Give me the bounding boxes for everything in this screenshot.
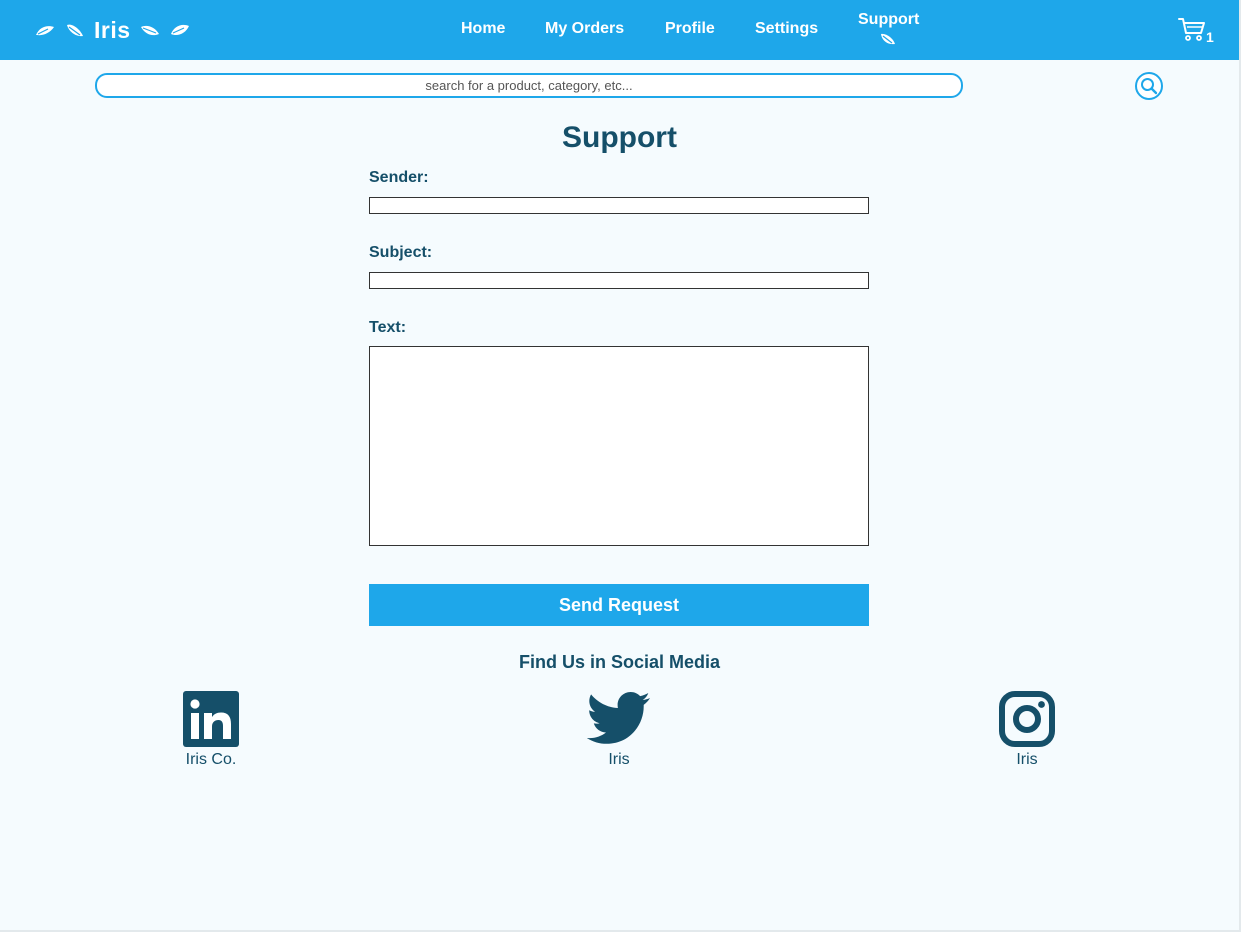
brand-logo[interactable]: Iris xyxy=(30,14,195,46)
nav-profile[interactable]: Profile xyxy=(665,20,715,38)
sender-field[interactable] xyxy=(369,197,869,214)
sender-label: Sender: xyxy=(369,169,429,186)
twitter-label: Iris xyxy=(608,751,630,768)
linkedin-link[interactable]: Iris Co. xyxy=(131,691,291,769)
instagram-link[interactable]: Iris xyxy=(947,691,1107,769)
cart-count-badge: 1 xyxy=(1206,29,1214,45)
nav-settings[interactable]: Settings xyxy=(755,20,818,38)
leaf-icon xyxy=(881,33,895,45)
subject-field[interactable] xyxy=(369,272,869,289)
leaf-icon xyxy=(140,25,159,36)
cart-icon[interactable] xyxy=(1178,16,1206,42)
nav-support[interactable]: Support xyxy=(858,11,919,29)
text-label: Text: xyxy=(369,319,407,336)
search-icon[interactable] xyxy=(1134,71,1164,101)
subject-label: Subject: xyxy=(369,244,433,261)
linkedin-icon xyxy=(183,691,239,747)
leaf-icon xyxy=(170,24,189,36)
linkedin-label: Iris Co. xyxy=(185,751,237,768)
instagram-icon xyxy=(999,691,1055,747)
search-bar xyxy=(95,73,963,98)
page-title: Support xyxy=(562,121,677,154)
nav-my-orders[interactable]: My Orders xyxy=(545,20,624,38)
twitter-link[interactable]: Iris xyxy=(539,691,699,769)
nav-home[interactable]: Home xyxy=(461,20,505,38)
search-input[interactable] xyxy=(97,75,961,96)
leaf-icon xyxy=(67,24,83,37)
leaf-icon xyxy=(36,26,54,36)
message-textarea[interactable] xyxy=(369,346,869,546)
brand-name: Iris xyxy=(94,16,131,43)
twitter-icon xyxy=(587,692,650,744)
send-request-button[interactable]: Send Request xyxy=(369,584,869,626)
instagram-label: Iris xyxy=(1016,751,1038,768)
top-navigation-bar: Iris Home My Orders Profile Settings Sup… xyxy=(0,0,1239,60)
social-media-heading: Find Us in Social Media xyxy=(518,652,721,672)
